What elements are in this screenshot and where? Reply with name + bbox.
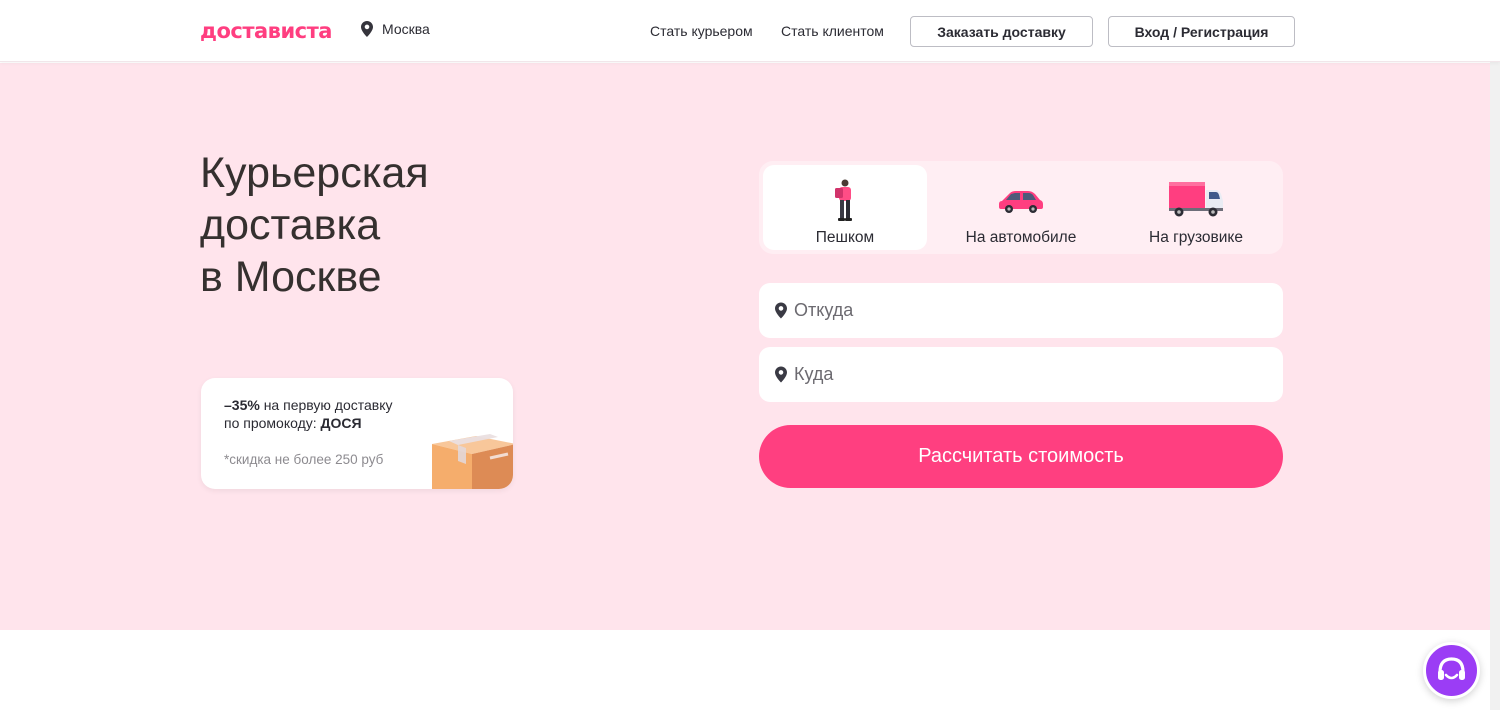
promo-code: ДОСЯ <box>320 415 362 431</box>
become-client-link[interactable]: Стать клиентом <box>781 23 884 39</box>
promo-discount: –35% <box>224 397 260 413</box>
from-address-input[interactable] <box>794 283 1264 338</box>
page-scrollbar[interactable] <box>1490 0 1500 710</box>
map-pin-icon <box>361 21 373 37</box>
tab-truck[interactable]: На грузовике <box>1114 165 1278 250</box>
calculate-price-button[interactable]: Рассчитать стоимость <box>759 425 1283 488</box>
truck-icon <box>1168 181 1224 222</box>
tab-label: На грузовике <box>1149 229 1243 246</box>
vehicle-tabs: Пешком На автомобиле На грузовике <box>759 161 1283 254</box>
tab-walking[interactable]: Пешком <box>763 165 927 250</box>
logo[interactable]: достависта <box>200 18 332 44</box>
login-register-button[interactable]: Вход / Регистрация <box>1108 16 1295 47</box>
become-courier-link[interactable]: Стать курьером <box>650 23 753 39</box>
promo-line-1: –35% на первую доставку <box>224 397 393 413</box>
promo-card: –35% на первую доставку по промокоду: ДО… <box>201 378 513 489</box>
map-pin-icon <box>775 366 787 388</box>
tab-car[interactable]: На автомобиле <box>939 165 1103 250</box>
parcel-box-icon <box>432 428 513 489</box>
to-field <box>759 347 1283 402</box>
hero-title-line: доставка <box>200 201 381 249</box>
support-chat-button[interactable] <box>1423 642 1480 699</box>
city-selector[interactable]: Москва <box>361 21 430 37</box>
hero-title-line: в Москве <box>200 253 382 301</box>
order-delivery-button[interactable]: Заказать доставку <box>910 16 1093 47</box>
hero-title-line: Курьерская <box>200 149 429 197</box>
from-field <box>759 283 1283 338</box>
hero-title: Курьерская доставка в Москве <box>200 147 620 303</box>
car-icon <box>998 189 1044 218</box>
promo-note: *скидка не более 250 руб <box>224 452 384 467</box>
city-label: Москва <box>382 21 430 37</box>
map-pin-icon <box>775 302 787 324</box>
site-header: достависта Москва Стать курьером Стать к… <box>0 0 1500 62</box>
tab-label: Пешком <box>815 229 875 246</box>
promo-line-2: по промокоду: ДОСЯ <box>224 415 362 431</box>
to-address-input[interactable] <box>794 347 1264 402</box>
promo-text: на первую доставку <box>259 397 393 413</box>
promo-code-prefix: по промокоду: <box>224 415 321 431</box>
walking-courier-icon <box>834 179 856 226</box>
tab-label: На автомобиле <box>965 229 1077 246</box>
